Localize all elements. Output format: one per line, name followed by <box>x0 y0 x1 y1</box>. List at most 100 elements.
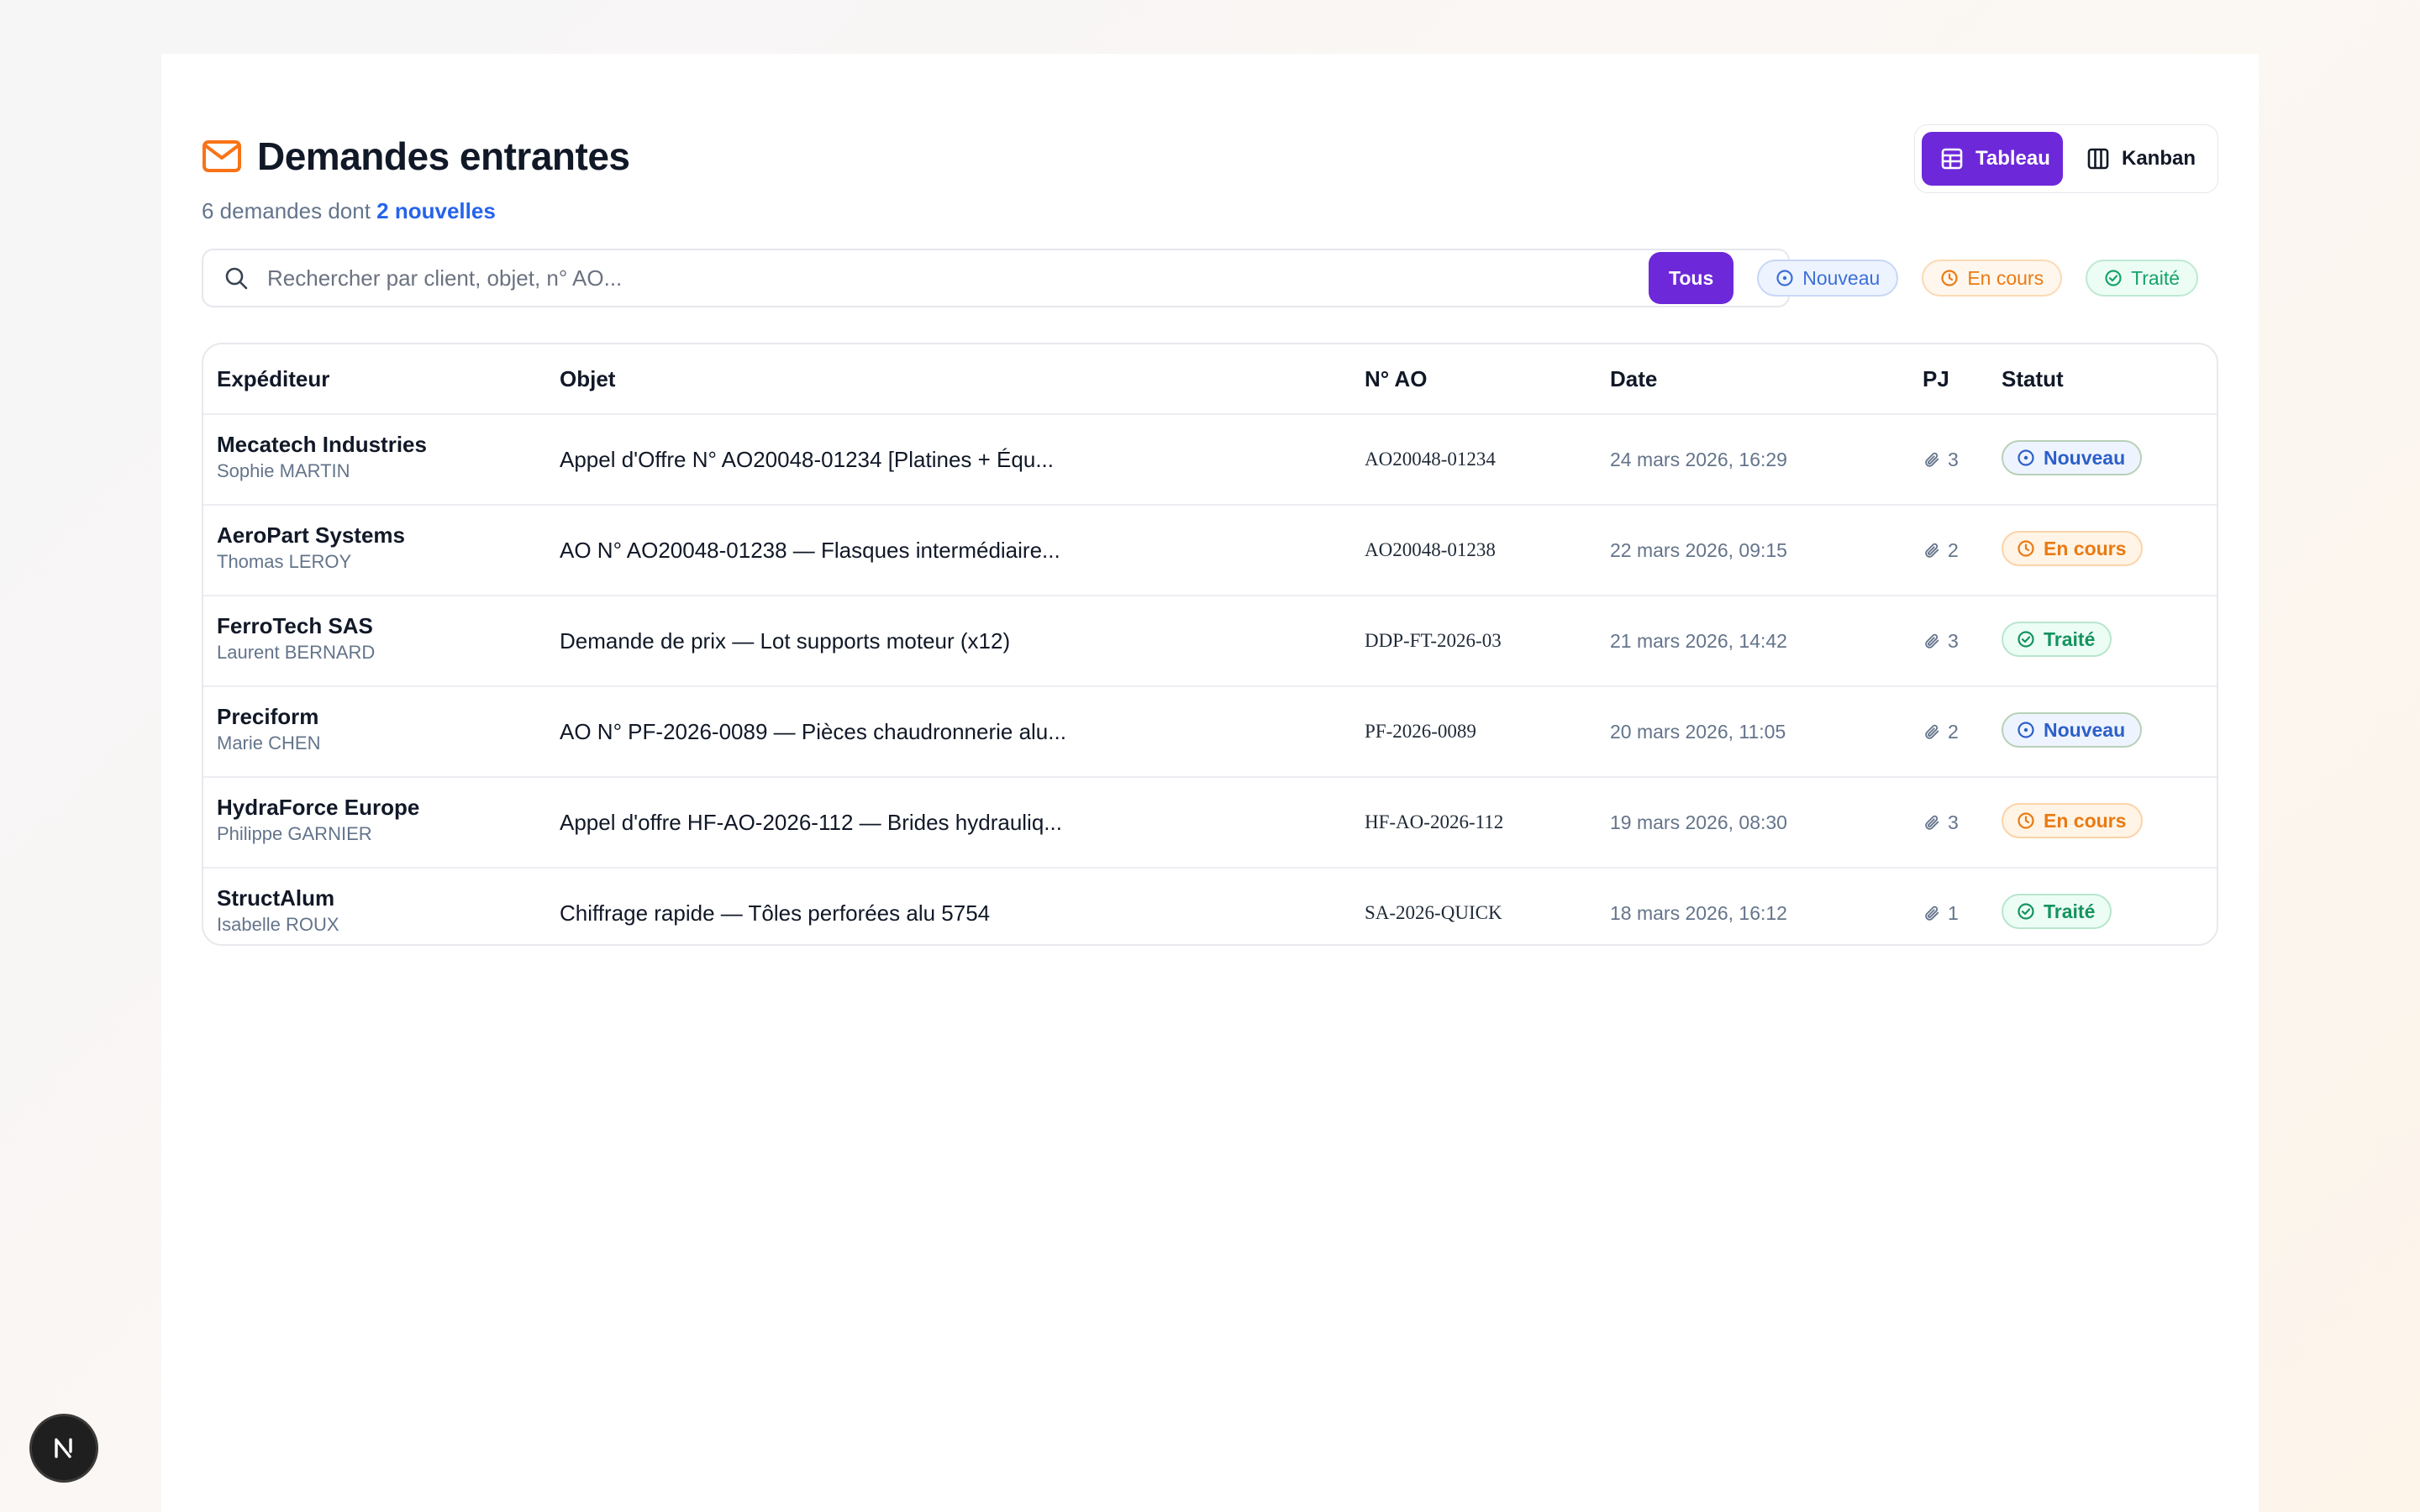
subject-cell: AO N° AO20048-01238 — Flasques intermédi… <box>560 538 1060 563</box>
kanban-view-button[interactable]: Kanban <box>2068 132 2214 186</box>
table-header: Expéditeur Objet N° AO Date PJ Statut <box>203 344 2217 415</box>
table-row[interactable]: Mecatech Industries Sophie MARTIN Appel d'… <box>203 415 2217 506</box>
attachments-cell: 1 <box>1923 869 1959 944</box>
clock-icon <box>2017 811 2035 830</box>
requests-table: Expéditeur Objet N° AO Date PJ Statut Me… <box>202 343 2218 946</box>
sender-name: Preciform <box>217 704 319 729</box>
table-row[interactable]: AeroPart Systems Thomas LEROY AO N° AO2004… <box>203 506 2217 596</box>
check-circle-icon <box>2017 902 2035 921</box>
paperclip-icon <box>1923 722 1941 741</box>
status-cell: Traité <box>2002 894 2112 929</box>
sender-cell: StructAlum Isabelle ROUX <box>217 884 339 937</box>
status-badge: Nouveau <box>2002 712 2143 748</box>
date-cell: 21 mars 2026, 14:42 <box>1610 630 1787 652</box>
status-filters: Tous Nouveau En cours Traité <box>1649 252 2199 304</box>
table-row[interactable]: Preciform Marie CHEN AO N° PF-2026-0089 — … <box>203 687 2217 778</box>
ao-number-cell: SA-2026-QUICK <box>1365 902 1502 923</box>
circle-dot-icon <box>2017 721 2035 739</box>
circle-dot-icon <box>1776 269 1794 287</box>
paperclip-icon <box>1923 904 1941 922</box>
attachment-count: 1 <box>1948 901 1959 924</box>
status-cell: Nouveau <box>2002 440 2143 475</box>
table-icon <box>1940 147 1964 171</box>
contact-name: Isabelle ROUX <box>217 914 339 935</box>
ao-number-cell: HF-AO-2026-112 <box>1365 811 1504 832</box>
contact-name: Marie CHEN <box>217 732 321 753</box>
status-label: En cours <box>2044 809 2127 832</box>
page-header: Demandes entrantes 6 demandes dont 2 nou… <box>202 124 2218 267</box>
column-header-subject[interactable]: Objet <box>560 344 615 413</box>
ao-number-cell: DDP-FT-2026-03 <box>1365 630 1502 651</box>
page-title: Demandes entrantes <box>257 134 630 178</box>
sender-name: StructAlum <box>217 885 335 911</box>
date-cell: 19 mars 2026, 08:30 <box>1610 811 1787 833</box>
status-cell: En cours <box>2002 531 2144 566</box>
status-label: Traité <box>2044 900 2096 922</box>
status-label: Nouveau <box>2044 718 2126 741</box>
filter-all-button[interactable]: Tous <box>1649 252 1734 304</box>
column-header-sender[interactable]: Expéditeur <box>217 344 329 413</box>
check-circle-icon <box>2104 269 2123 287</box>
sender-cell: Preciform Marie CHEN <box>217 702 320 756</box>
title-row: Demandes entrantes <box>202 129 630 183</box>
contact-name: Sophie MARTIN <box>217 460 350 481</box>
status-label: En cours <box>2044 537 2127 559</box>
ao-number-cell: AO20048-01238 <box>1365 539 1496 560</box>
kanban-view-label: Kanban <box>2122 147 2196 170</box>
view-toggle: Tableau Kanban <box>1914 124 2218 193</box>
columns-icon <box>2086 147 2110 171</box>
subject-cell: Appel d'Offre N° AO20048-01234 [Platines… <box>560 447 1054 472</box>
date-cell: 18 mars 2026, 16:12 <box>1610 902 1787 924</box>
sender-cell: Mecatech Industries Sophie MARTIN <box>217 430 427 484</box>
contact-name: Thomas LEROY <box>217 551 352 572</box>
filter-done-label: Traité <box>2131 266 2181 289</box>
date-cell: 22 mars 2026, 09:15 <box>1610 539 1787 561</box>
filter-done-button[interactable]: Traité <box>2086 260 2199 297</box>
column-header-date[interactable]: Date <box>1610 344 1657 413</box>
next-dev-indicator-button[interactable] <box>32 1416 96 1480</box>
status-cell: Traité <box>2002 622 2112 657</box>
column-header-attachments[interactable]: PJ <box>1923 344 1949 413</box>
sender-cell: FerroTech SAS Laurent BERNARD <box>217 612 375 665</box>
attachments-cell: 3 <box>1923 778 1959 867</box>
status-badge: En cours <box>2002 531 2144 566</box>
table-view-label: Tableau <box>1975 147 2050 170</box>
date-cell: 24 mars 2026, 16:29 <box>1610 449 1787 470</box>
filter-in-progress-button[interactable]: En cours <box>1922 260 2063 297</box>
filter-all-label: Tous <box>1669 266 1714 289</box>
search-icon <box>224 265 249 291</box>
table-row[interactable]: HydraForce Europe Philippe GARNIER Appel d… <box>203 778 2217 869</box>
contact-name: Philippe GARNIER <box>217 823 372 844</box>
status-cell: En cours <box>2002 803 2144 838</box>
search-input[interactable] <box>266 264 1748 292</box>
table-view-button[interactable]: Tableau <box>1922 132 2063 186</box>
table-row[interactable]: StructAlum Isabelle ROUX Chiffrage rapide … <box>203 869 2217 944</box>
sender-name: Mecatech Industries <box>217 432 427 457</box>
paperclip-icon <box>1923 632 1941 650</box>
attachments-cell: 2 <box>1923 687 1959 776</box>
subject-cell: Appel d'offre HF-AO-2026-112 — Brides hy… <box>560 810 1062 835</box>
sender-name: HydraForce Europe <box>217 795 420 820</box>
attachment-count: 3 <box>1948 448 1959 470</box>
attachment-count: 3 <box>1948 629 1959 652</box>
status-label: Traité <box>2044 627 2096 650</box>
attachments-cell: 3 <box>1923 415 1959 504</box>
sender-cell: HydraForce Europe Philippe GARNIER <box>217 793 419 847</box>
search-box <box>202 249 1790 307</box>
paperclip-icon <box>1923 541 1941 559</box>
column-header-ao-number[interactable]: N° AO <box>1365 344 1427 413</box>
subject-cell: AO N° PF-2026-0089 — Pièces chaudronneri… <box>560 719 1066 744</box>
ao-number-cell: PF-2026-0089 <box>1365 721 1476 742</box>
table-row[interactable]: FerroTech SAS Laurent BERNARD Demande de p… <box>203 596 2217 687</box>
ao-number-cell: AO20048-01234 <box>1365 449 1496 470</box>
attachments-cell: 2 <box>1923 506 1959 595</box>
paperclip-icon <box>1923 813 1941 832</box>
filter-new-button[interactable]: Nouveau <box>1757 260 1899 297</box>
subtitle-new-count: 2 nouvelles <box>376 198 496 223</box>
subtitle-count: 6 demandes dont <box>202 198 371 223</box>
date-cell: 20 mars 2026, 11:05 <box>1610 721 1786 743</box>
column-header-status[interactable]: Statut <box>2002 344 2064 413</box>
page-subtitle: 6 demandes dont 2 nouvelles <box>202 198 496 224</box>
status-badge: En cours <box>2002 803 2144 838</box>
status-badge: Traité <box>2002 894 2112 929</box>
